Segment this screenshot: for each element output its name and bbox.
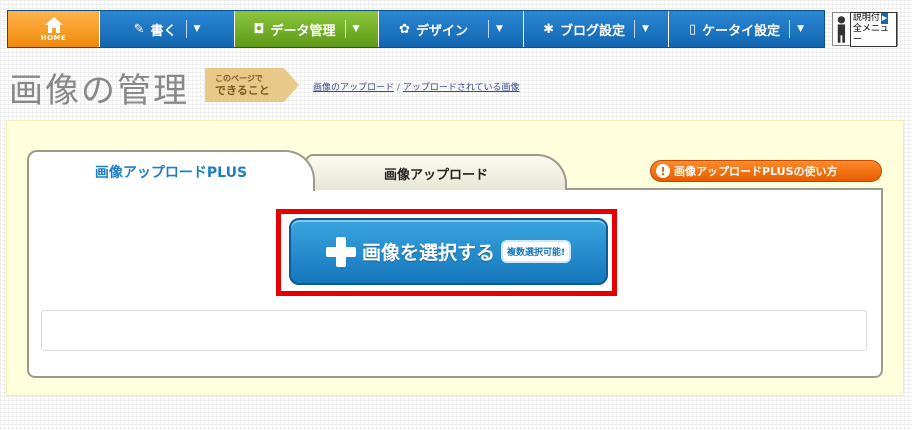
home-label: HOME: [40, 33, 67, 42]
design-icon: ✿: [399, 21, 410, 37]
nav-blog-settings-label: ブログ設定: [559, 23, 625, 39]
home-icon: [44, 16, 63, 33]
upload-plus-help-button[interactable]: ! 画像アップロードPLUSの使い方: [650, 160, 882, 182]
page-title: 画像の管理: [9, 71, 189, 111]
chevron-down-icon[interactable]: ▼: [353, 24, 360, 34]
all-menu-help-button[interactable]: 説明付 ▶ 全メニュー: [832, 11, 898, 47]
nav-write[interactable]: ✎ 書く ▼: [100, 11, 235, 47]
upload-plus-help-label: 画像アップロードPLUSの使い方: [674, 165, 838, 178]
top-nav: HOME ✎ 書く ▼ ◘ データ管理 ▼ ✿ デザイン ▼ ✱ ブログ設定 ▼…: [7, 10, 825, 48]
chevron-down-icon[interactable]: ▼: [496, 24, 503, 34]
chevron-down-icon[interactable]: ▼: [797, 24, 804, 34]
nav-data-management[interactable]: ◘ データ管理 ▼: [235, 11, 379, 47]
link-uploaded-images[interactable]: アップロードされている画像: [403, 83, 520, 93]
select-images-button[interactable]: 画像を選択する 複数選択可能!: [289, 218, 608, 285]
nav-mobile-settings-label: ケータイ設定: [702, 23, 781, 39]
mobile-icon: ▯: [688, 21, 697, 37]
page-features-badge: このページで できること: [205, 68, 299, 102]
page-feature-links: 画像のアップロード / アップロードされている画像: [313, 83, 520, 93]
info-icon: !: [656, 164, 670, 178]
multi-select-badge: 複数選択可能!: [500, 240, 572, 263]
nav-data-management-label: データ管理: [270, 23, 336, 39]
help-text: 説明付 ▶ 全メニュー: [849, 11, 897, 47]
play-icon: ▶: [880, 12, 889, 24]
nav-write-label: 書く: [150, 23, 177, 39]
plus-icon: [325, 236, 356, 267]
nav-design[interactable]: ✿ デザイン ▼: [379, 11, 524, 47]
file-list-area: [41, 310, 867, 351]
chevron-down-icon[interactable]: ▼: [642, 24, 649, 34]
person-icon: [837, 16, 846, 43]
chevron-down-icon[interactable]: ▼: [194, 24, 201, 34]
pencil-icon: ✎: [133, 21, 145, 37]
tab-image-upload[interactable]: 画像アップロード: [305, 154, 567, 190]
gear-icon: ✱: [543, 21, 554, 37]
nav-mobile-settings[interactable]: ▯ ケータイ設定 ▼: [669, 11, 824, 47]
home-button[interactable]: HOME: [8, 11, 100, 47]
camera-icon: ◘: [253, 21, 265, 37]
link-image-upload[interactable]: 画像のアップロード: [313, 83, 394, 93]
nav-blog-settings[interactable]: ✱ ブログ設定 ▼: [524, 11, 669, 47]
nav-design-label: デザイン: [415, 23, 468, 39]
select-images-label: 画像を選択する: [361, 242, 495, 264]
tab-image-upload-plus[interactable]: 画像アップロードPLUS: [27, 150, 315, 191]
